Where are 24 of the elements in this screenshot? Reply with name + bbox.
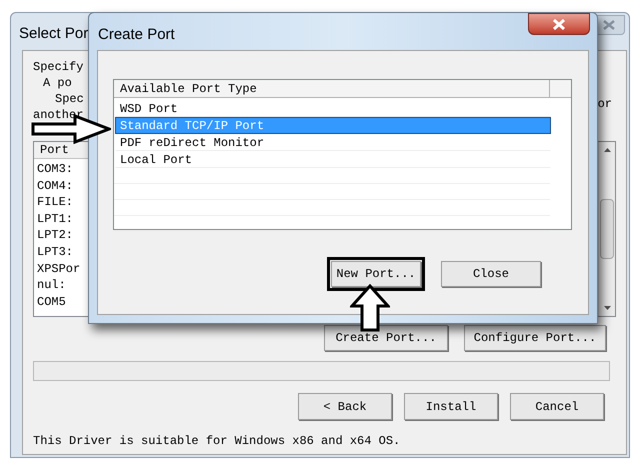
push-button[interactable]: Install: [404, 393, 498, 420]
scroll-down-icon[interactable]: [604, 306, 610, 310]
list-item[interactable]: PDF reDirect Monitor: [115, 134, 551, 151]
window-title: Create Port: [98, 25, 175, 45]
push-button[interactable]: Cancel: [510, 393, 604, 420]
push-button[interactable]: Configure Port...: [464, 325, 606, 351]
close-button[interactable]: [528, 13, 590, 35]
instruction-text: Specify: [33, 59, 84, 75]
push-button[interactable]: New Port...: [331, 261, 421, 287]
push-button[interactable]: < Back: [298, 393, 392, 420]
column-header: Available Port Type: [114, 80, 550, 97]
close-icon: [603, 20, 615, 30]
instruction-text: or: [598, 96, 612, 113]
close-icon: [552, 18, 566, 30]
window-title: Select Por: [19, 24, 88, 44]
instruction-text: another: [33, 107, 84, 123]
footer-text: This Driver is suitable for Windows x86 and x64 OS.: [33, 433, 402, 450]
push-button[interactable]: Close: [441, 261, 541, 287]
instruction-text: Spec: [55, 91, 84, 107]
list-item[interactable]: Local Port: [115, 151, 551, 168]
scrollbar-thumb[interactable]: [600, 199, 614, 259]
push-button[interactable]: Create Port...: [324, 325, 448, 351]
scroll-up-icon[interactable]: [604, 148, 610, 152]
instruction-text: A po: [43, 75, 72, 91]
